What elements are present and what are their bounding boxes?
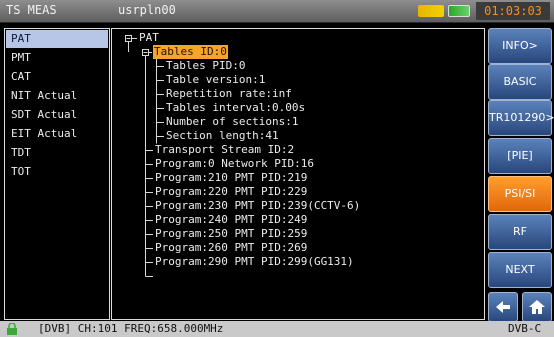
tree-entry-program-220[interactable]: Program:220 PMT PID:229: [155, 185, 307, 199]
tree-field-tables-pid: Tables PID:0: [166, 59, 246, 72]
standard-label: DVB-C: [508, 322, 542, 335]
tree-field-tables-interval: Tables interval:0.00s: [166, 101, 306, 114]
top-bar: TS MEAS usrpln00 01:03:03: [0, 0, 554, 23]
list-item-pat[interactable]: PAT: [6, 30, 108, 48]
signal-icon: [418, 5, 444, 17]
channel-frequency-label: [DVB] CH:101 FREQ:658.000MHz: [38, 322, 224, 335]
tree-field-number-of-sections: Number of sections:1: [166, 115, 299, 128]
list-item-sdt-actual[interactable]: SDT Actual: [6, 106, 108, 124]
tree-entry-transport-stream-id[interactable]: Transport Stream ID:2: [155, 143, 294, 157]
list-item-cat[interactable]: CAT: [6, 68, 108, 86]
battery-icon: [448, 5, 470, 17]
mode-label: TS MEAS: [6, 3, 57, 17]
tree-field-repetition-rate: Repetition rate:inf: [166, 87, 292, 100]
tr101290-button[interactable]: TR101290>: [488, 100, 554, 136]
rf-button[interactable]: RF: [488, 214, 552, 250]
lock-icon: [7, 323, 17, 335]
tree-field-table-version: Table version:1: [166, 73, 266, 86]
info-button[interactable]: INFO>: [488, 28, 552, 64]
pat-tree-view[interactable]: PAT Tables ID:0 Tables PID:0 Table versi…: [111, 28, 485, 320]
tree-entry-program-0[interactable]: Program:0 Network PID:16: [155, 157, 314, 171]
tree-entry-program-230[interactable]: Program:230 PMT PID:239(CCTV-6): [155, 199, 360, 213]
list-item-nit-actual[interactable]: NIT Actual: [6, 87, 108, 105]
list-item-tot[interactable]: TOT: [6, 163, 108, 181]
tree-entry-program-260[interactable]: Program:260 PMT PID:269: [155, 241, 307, 255]
pie-button[interactable]: [PIE]: [488, 138, 552, 174]
list-item-eit-actual[interactable]: EIT Actual: [6, 125, 108, 143]
back-button[interactable]: [488, 292, 518, 322]
next-button[interactable]: NEXT: [488, 252, 552, 288]
status-icons: [418, 4, 472, 18]
basic-button[interactable]: BASIC: [488, 64, 552, 100]
psi-si-button[interactable]: PSI/SI: [488, 176, 552, 212]
tree-entry-program-210[interactable]: Program:210 PMT PID:219: [155, 171, 307, 185]
table-list: PAT PMT CAT NIT Actual SDT Actual EIT Ac…: [4, 28, 110, 320]
arrow-left-icon: [496, 301, 510, 313]
tree-root-pat[interactable]: PAT: [139, 31, 159, 45]
tree-entry-program-240[interactable]: Program:240 PMT PID:249: [155, 213, 307, 227]
analyzer-screen: TS MEAS usrpln00 01:03:03 PAT PMT CAT NI…: [0, 0, 554, 337]
tree-node-tables-id[interactable]: Tables ID:0: [153, 45, 228, 59]
tree-entry-program-250[interactable]: Program:250 PMT PID:259: [155, 227, 307, 241]
file-name-label: usrpln00: [118, 3, 176, 17]
list-item-pmt[interactable]: PMT: [6, 49, 108, 67]
home-button[interactable]: [522, 292, 552, 322]
clock-label: 01:03:03: [476, 2, 550, 20]
status-bar: [DVB] CH:101 FREQ:658.000MHz DVB-C: [0, 321, 554, 337]
tree-field-section-length: Section length:41: [166, 129, 279, 142]
home-icon: [529, 300, 545, 314]
list-item-tdt[interactable]: TDT: [6, 144, 108, 162]
tree-entry-program-290[interactable]: Program:290 PMT PID:299(GG131): [155, 255, 354, 269]
